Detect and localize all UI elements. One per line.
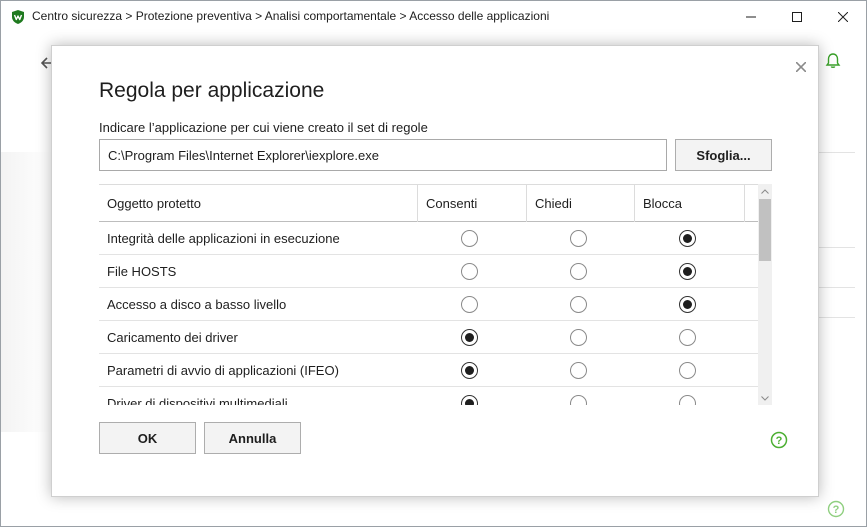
application-path-input[interactable] bbox=[99, 139, 667, 171]
radio-block[interactable] bbox=[679, 230, 696, 247]
application-rule-dialog: Regola per applicazione Indicare l’appli… bbox=[51, 45, 819, 497]
radio-ask[interactable] bbox=[570, 263, 587, 280]
app-logo-icon bbox=[12, 10, 24, 24]
ok-button[interactable]: OK bbox=[99, 422, 196, 454]
dialog-close-button[interactable] bbox=[792, 58, 810, 76]
cancel-button[interactable]: Annulla bbox=[204, 422, 301, 454]
protected-object-name: Accesso a disco a basso livello bbox=[107, 296, 287, 312]
protected-object-name: Integrità delle applicazioni in esecuzio… bbox=[107, 230, 340, 246]
table-scrollbar[interactable] bbox=[758, 184, 772, 405]
radio-ask[interactable] bbox=[570, 395, 587, 405]
rules-table: Oggetto protetto Consenti Chiedi Blocca … bbox=[99, 184, 772, 405]
close-icon bbox=[796, 62, 806, 72]
chevron-down-icon bbox=[761, 395, 769, 401]
protected-object-name: Caricamento dei driver bbox=[107, 329, 238, 345]
radio-block[interactable] bbox=[679, 329, 696, 346]
background-divider bbox=[819, 287, 855, 288]
radio-allow[interactable] bbox=[461, 230, 478, 247]
breadcrumb: Centro sicurezza > Protezione preventiva… bbox=[32, 9, 550, 23]
radio-allow[interactable] bbox=[461, 329, 478, 346]
table-row: Accesso a disco a basso livello bbox=[99, 288, 758, 321]
radio-allow[interactable] bbox=[461, 263, 478, 280]
minimize-button[interactable] bbox=[728, 1, 774, 32]
radio-block[interactable] bbox=[679, 395, 696, 405]
radio-ask[interactable] bbox=[570, 230, 587, 247]
radio-block[interactable] bbox=[679, 296, 696, 313]
application-window: Centro sicurezza > Protezione preventiva… bbox=[0, 0, 867, 527]
chevron-up-icon bbox=[761, 188, 769, 194]
table-row: Caricamento dei driver bbox=[99, 321, 758, 354]
radio-block[interactable] bbox=[679, 362, 696, 379]
background-watermark bbox=[1, 152, 51, 432]
column-header-object[interactable]: Oggetto protetto bbox=[99, 185, 418, 222]
close-icon bbox=[838, 11, 848, 22]
minimize-icon bbox=[746, 16, 756, 17]
dialog-title: Regola per applicazione bbox=[99, 79, 325, 102]
column-header-ask[interactable]: Chiedi bbox=[527, 185, 635, 222]
radio-allow[interactable] bbox=[461, 296, 478, 313]
application-path-label: Indicare l’applicazione per cui viene cr… bbox=[99, 120, 428, 135]
column-header-block[interactable]: Blocca bbox=[635, 185, 745, 222]
svg-text:?: ? bbox=[776, 435, 783, 447]
table-row: File HOSTS bbox=[99, 255, 758, 288]
table-row: Parametri di avvio di applicazioni (IFEO… bbox=[99, 354, 758, 387]
scroll-thumb[interactable] bbox=[759, 199, 771, 261]
background-divider bbox=[819, 317, 855, 318]
radio-allow[interactable] bbox=[461, 395, 478, 405]
maximize-button[interactable] bbox=[774, 1, 820, 32]
radio-ask[interactable] bbox=[570, 362, 587, 379]
radio-block[interactable] bbox=[679, 263, 696, 280]
background-divider bbox=[819, 152, 855, 153]
help-icon[interactable]: ? bbox=[827, 500, 845, 518]
protected-object-name: Driver di dispositivi multimediali bbox=[107, 395, 288, 406]
close-window-button[interactable] bbox=[820, 1, 866, 32]
svg-text:?: ? bbox=[833, 504, 840, 516]
radio-ask[interactable] bbox=[570, 296, 587, 313]
protected-object-name: Parametri di avvio di applicazioni (IFEO… bbox=[107, 362, 339, 378]
scroll-down-button[interactable] bbox=[758, 391, 772, 405]
column-header-allow[interactable]: Consenti bbox=[418, 185, 527, 222]
background-divider bbox=[819, 247, 855, 248]
radio-allow[interactable] bbox=[461, 362, 478, 379]
table-row: Driver di dispositivi multimediali bbox=[99, 387, 758, 405]
table-row: Integrità delle applicazioni in esecuzio… bbox=[99, 222, 758, 255]
table-header: Oggetto protetto Consenti Chiedi Blocca bbox=[99, 184, 758, 222]
maximize-icon bbox=[792, 11, 802, 22]
protected-object-name: File HOSTS bbox=[107, 263, 177, 279]
scroll-up-button[interactable] bbox=[758, 184, 772, 198]
title-bar: Centro sicurezza > Protezione preventiva… bbox=[1, 1, 866, 32]
radio-ask[interactable] bbox=[570, 329, 587, 346]
browse-button[interactable]: Sfoglia... bbox=[675, 139, 772, 171]
help-icon[interactable]: ? bbox=[770, 431, 788, 449]
bell-icon[interactable] bbox=[824, 52, 842, 70]
